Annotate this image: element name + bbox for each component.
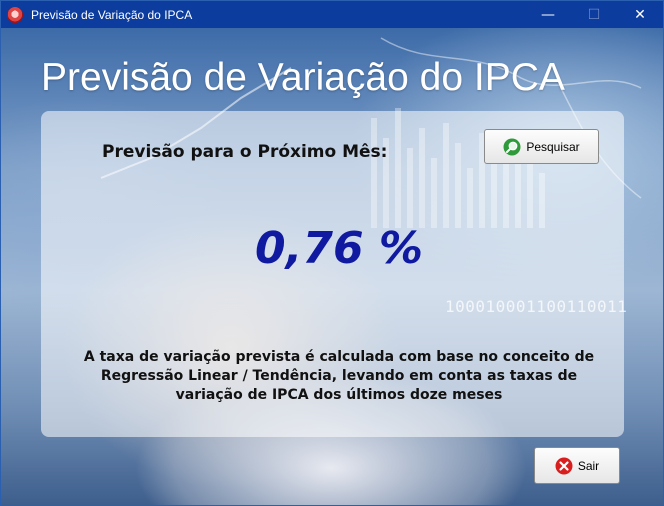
window-title: Previsão de Variação do IPCA — [31, 7, 193, 22]
forecast-value: 0,76 % — [255, 223, 423, 274]
exit-button-label: Sair — [577, 458, 600, 473]
description-line: variação de IPCA dos últimos doze meses — [175, 387, 503, 403]
app-window: Previsão de Variação do IPCA — ☐ ✕ Previ… — [0, 0, 664, 506]
title-bar[interactable]: Previsão de Variação do IPCA — ☐ ✕ — [1, 1, 663, 28]
forecast-panel: Previsão para o Próximo Mês: Pesquisar 0… — [41, 111, 624, 437]
close-circle-icon — [555, 457, 573, 474]
close-button[interactable]: ✕ — [617, 1, 663, 28]
forecast-description: A taxa de variação prevista é calculada … — [41, 348, 637, 405]
search-button[interactable]: Pesquisar — [484, 129, 599, 164]
forecast-heading: Previsão para o Próximo Mês: — [102, 142, 388, 162]
page-title: Previsão de Variação do IPCA — [41, 56, 565, 99]
search-icon — [503, 138, 521, 155]
description-line: Regressão Linear / Tendência, levando em… — [100, 368, 578, 384]
search-button-label: Pesquisar — [526, 139, 580, 154]
app-icon — [7, 6, 23, 23]
maximize-button[interactable]: ☐ — [571, 1, 617, 28]
description-line: A taxa de variação prevista é calculada … — [83, 349, 595, 365]
exit-button[interactable]: Sair — [534, 447, 620, 484]
minimize-button[interactable]: — — [525, 1, 571, 28]
window-content: 100010001100110011 Previsão de Variação … — [1, 28, 663, 505]
